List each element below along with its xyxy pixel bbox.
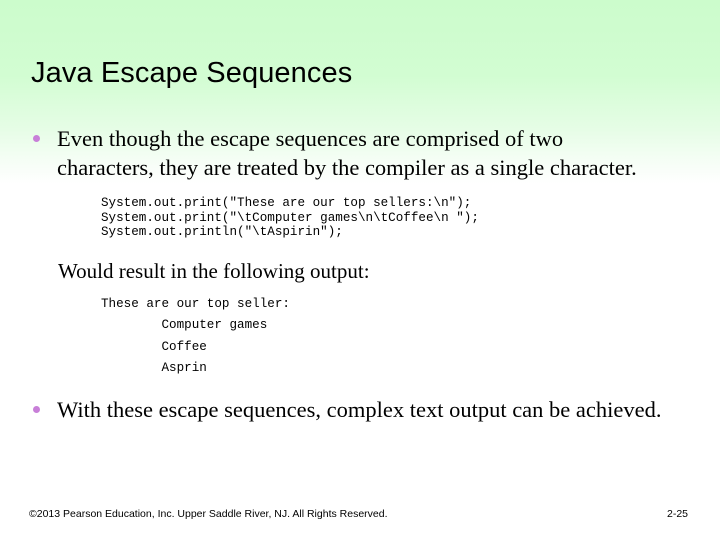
copyright-notice: ©2013 Pearson Education, Inc. Upper Sadd… <box>29 508 388 520</box>
page-number: 2-25 <box>666 508 688 520</box>
bullet-item-2: With these escape sequences, complex tex… <box>0 395 720 424</box>
result-caption: Would result in the following output: <box>58 258 370 283</box>
bullet-item-1: Even though the escape sequences are com… <box>0 124 720 182</box>
bullet-dot-icon <box>33 135 40 142</box>
bullet-dot-icon <box>33 405 40 413</box>
slide-body: Even though the escape sequences are com… <box>0 124 720 424</box>
page-title: Java Escape Sequences <box>31 57 353 89</box>
java-code-block: System.out.print("These are our top sell… <box>101 196 479 240</box>
bullet-item-1-text: Even though the escape sequences are com… <box>57 126 637 180</box>
slide-canvas: Java Escape Sequences Even though the es… <box>0 0 720 540</box>
slide-footer: ©2013 Pearson Education, Inc. Upper Sadd… <box>0 508 720 528</box>
program-output-block: These are our top seller: Computer games… <box>101 296 290 376</box>
bullet-item-2-text: With these escape sequences, complex tex… <box>57 396 662 422</box>
